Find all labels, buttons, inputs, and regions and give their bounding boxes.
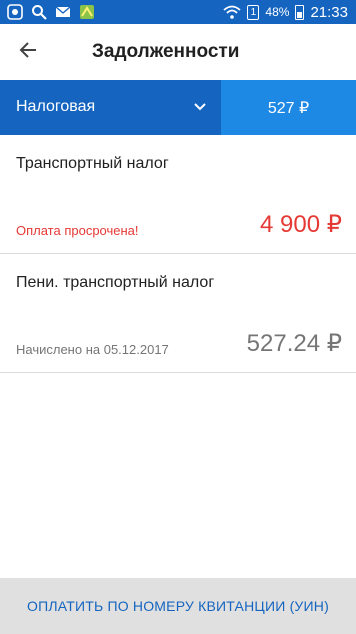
chevron-down-icon	[193, 100, 207, 114]
clock: 21:33	[310, 3, 348, 21]
category-tabs: Налоговая 527 ₽	[0, 80, 356, 135]
back-button[interactable]	[10, 34, 46, 70]
accrued-status: Начислено на 05.12.2017	[16, 342, 169, 357]
debt-title: Транспортный налог	[16, 155, 169, 172]
wifi-icon	[223, 3, 242, 21]
debt-amount: 4 900 ₽	[260, 211, 342, 238]
tab-tax-dropdown[interactable]: Налоговая	[0, 80, 221, 135]
debt-title: Пени. транспортный налог	[16, 274, 215, 291]
search-icon	[30, 3, 48, 21]
tab-tax-label: Налоговая	[16, 98, 96, 115]
battery-icon	[295, 4, 305, 20]
debt-item-penalty[interactable]: Пени. транспортный налог Начислено на 05…	[0, 254, 356, 373]
mail-icon	[54, 3, 72, 21]
debt-item-transport-tax[interactable]: Транспортный налог Оплата просрочена! 4 …	[0, 135, 356, 254]
map-icon	[78, 3, 96, 21]
page-title: Задолженности	[92, 41, 240, 62]
battery-percent: 48%	[265, 5, 290, 19]
app-notification-icon	[6, 3, 24, 21]
debt-amount: 527.24 ₽	[246, 330, 342, 357]
arrow-back-icon	[18, 40, 38, 65]
tab-total-amount[interactable]: 527 ₽	[221, 80, 356, 135]
overdue-status: Оплата просрочена!	[16, 223, 139, 238]
sim-icon: 1	[247, 4, 260, 20]
app-bar: Задолженности	[0, 24, 356, 80]
pay-by-receipt-button[interactable]: ОПЛАТИТЬ ПО НОМЕРУ КВИТАНЦИИ (УИН)	[0, 578, 356, 634]
status-bar: 1 48% 21:33	[0, 0, 356, 24]
